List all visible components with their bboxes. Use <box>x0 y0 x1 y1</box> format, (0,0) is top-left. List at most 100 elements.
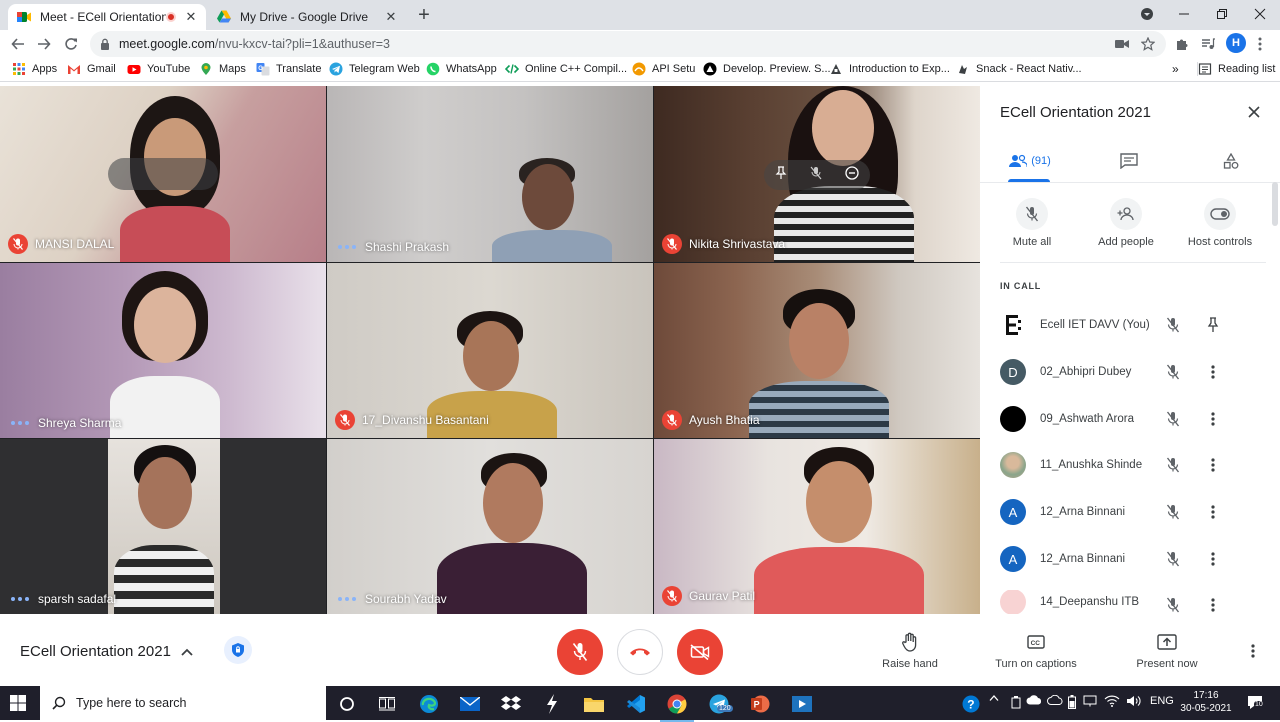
bookmark-apps[interactable]: Apps <box>12 62 57 76</box>
battery-icon[interactable] <box>1068 695 1076 709</box>
participant-row[interactable]: 11_Anushka Shinde <box>1000 450 1250 480</box>
mute-participant-icon[interactable] <box>810 166 822 185</box>
raise-hand-button[interactable]: Raise hand <box>876 632 944 670</box>
onedrive-icon[interactable] <box>1047 695 1063 705</box>
more-options-icon[interactable] <box>1251 644 1255 663</box>
participant-tile[interactable]: sparsh sadafal <box>0 439 326 614</box>
more-bookmarks-button[interactable]: » <box>1172 62 1179 76</box>
bookmark-star-icon[interactable] <box>1140 36 1156 52</box>
present-now-button[interactable]: Present now <box>1132 632 1202 670</box>
wifi-icon[interactable] <box>1104 695 1120 707</box>
more-options-icon[interactable] <box>1206 550 1220 568</box>
tab-meet[interactable]: Meet - ECell Orientation 202 ✕ <box>8 4 206 30</box>
tab-search-icon[interactable] <box>1128 0 1166 28</box>
bookmark-translate[interactable]: G Translate <box>256 62 321 76</box>
taskbar-search-input[interactable]: Type here to search <box>40 686 326 720</box>
tab-drive[interactable]: My Drive - Google Drive ✕ <box>208 4 406 30</box>
participant-tile[interactable]: Shashi Prakash <box>327 86 653 262</box>
participant-tile[interactable]: Gaurav Patil <box>654 439 980 614</box>
media-player-icon[interactable] <box>791 693 813 715</box>
chrome-icon[interactable] <box>660 693 694 722</box>
add-people-button[interactable]: Add people <box>1081 198 1171 248</box>
more-options-icon[interactable] <box>1206 410 1220 428</box>
minimize-button[interactable] <box>1165 0 1203 28</box>
reload-button[interactable] <box>61 34 81 54</box>
bookmark-vercel[interactable]: Develop. Preview. S... <box>703 62 831 76</box>
close-tab-icon[interactable]: ✕ <box>384 9 398 25</box>
more-options-icon[interactable] <box>1206 596 1220 614</box>
camera-in-use-icon[interactable] <box>1114 36 1130 52</box>
participant-row[interactable]: 09_Ashwath Arora <box>1000 404 1250 434</box>
meeting-details-button[interactable]: ECell Orientation 2021 <box>20 643 193 660</box>
participant-row[interactable]: 14_Deepanshu ITB <box>1000 590 1250 614</box>
vscode-icon[interactable] <box>625 693 647 715</box>
tab-chat[interactable] <box>1118 148 1140 174</box>
powerpoint-icon[interactable]: P <box>749 693 771 715</box>
address-bar[interactable]: meet.google.com/nvu-kxcv-tai?pli=1&authu… <box>90 31 1166 57</box>
bookmark-introduction[interactable]: Introduction to Exp... <box>829 62 950 76</box>
mail-icon[interactable] <box>459 693 481 715</box>
forward-button[interactable] <box>34 34 54 54</box>
host-controls-button[interactable]: Host controls <box>1175 198 1265 248</box>
chevron-up-icon[interactable] <box>989 695 999 701</box>
leave-call-button[interactable] <box>617 629 663 675</box>
media-control-icon[interactable] <box>1200 36 1216 52</box>
bookmark-gmail[interactable]: Gmail <box>67 62 116 76</box>
dropbox-icon[interactable] <box>500 693 522 715</box>
new-tab-button[interactable]: + <box>414 5 434 25</box>
pin-icon[interactable] <box>775 165 787 185</box>
extensions-puzzle-icon[interactable] <box>1174 36 1190 52</box>
profile-avatar[interactable]: H <box>1226 33 1246 53</box>
camera-toggle-button[interactable] <box>677 629 723 675</box>
input-language[interactable]: ENG <box>1150 695 1174 707</box>
panel-scrollbar[interactable] <box>1272 182 1278 226</box>
reading-list-button[interactable]: Reading list <box>1197 62 1275 76</box>
participant-tile[interactable]: 17_Divanshu Basantani <box>327 263 653 438</box>
maximize-button[interactable] <box>1203 0 1241 28</box>
participant-row[interactable]: A 12_Arna Binnani <box>1000 544 1250 574</box>
close-window-button[interactable] <box>1241 0 1279 28</box>
taskbar-clock[interactable]: 17:16 30-05-2021 <box>1176 689 1236 715</box>
telegram-icon[interactable]: 120 <box>708 693 733 715</box>
captions-button[interactable]: CC Turn on captions <box>990 632 1082 670</box>
bookmark-online-cpp[interactable]: Online C++ Compil... <box>505 62 627 76</box>
tab-people[interactable]: (91) <box>1008 148 1052 174</box>
network-icon[interactable] <box>1083 695 1097 707</box>
bookmark-snack[interactable]: Snack - React Nativ... <box>956 62 1082 76</box>
notification-center-icon[interactable]: 10 <box>1246 693 1266 713</box>
participant-tile[interactable]: Ayush Bhatia <box>654 263 980 438</box>
back-button[interactable] <box>8 34 28 54</box>
file-explorer-icon[interactable] <box>583 693 605 715</box>
participant-row[interactable]: D 02_Abhipri Dubey <box>1000 357 1250 387</box>
task-view-icon[interactable] <box>376 693 398 715</box>
participant-row[interactable]: A 12_Arna Binnani <box>1000 497 1250 527</box>
mute-all-button[interactable]: Mute all <box>987 198 1077 248</box>
volume-icon[interactable] <box>1126 695 1142 707</box>
host-safety-button[interactable] <box>224 636 252 664</box>
microphone-toggle-button[interactable] <box>557 629 603 675</box>
more-options-icon[interactable] <box>1206 456 1220 474</box>
battery-charging-icon[interactable] <box>1010 695 1022 709</box>
winamp-icon[interactable] <box>541 693 563 715</box>
browser-menu-icon[interactable] <box>1252 36 1268 52</box>
bookmark-maps[interactable]: Maps <box>199 62 246 76</box>
close-panel-button[interactable] <box>1244 102 1264 122</box>
cortana-icon[interactable] <box>336 693 358 715</box>
bookmark-whatsapp[interactable]: WhatsApp <box>426 62 497 76</box>
remove-participant-icon[interactable] <box>844 165 859 185</box>
more-options-icon[interactable] <box>1206 503 1220 521</box>
more-options-icon[interactable] <box>1206 363 1220 381</box>
participant-row[interactable]: Ecell IET DAVV (You) <box>1000 310 1250 340</box>
bookmark-telegram-web[interactable]: Telegram Web <box>329 62 420 76</box>
windows-start-icon[interactable] <box>10 695 26 711</box>
cloud-icon[interactable] <box>1026 695 1042 705</box>
bookmark-youtube[interactable]: YouTube <box>127 62 190 76</box>
tab-activities[interactable] <box>1220 148 1242 174</box>
close-tab-icon[interactable]: ✕ <box>184 9 198 25</box>
participant-tile[interactable]: Sourabh Yadav <box>327 439 653 614</box>
help-icon[interactable]: ? <box>962 695 980 713</box>
participant-tile[interactable]: Shreya Sharma <box>0 263 326 438</box>
pin-icon[interactable] <box>1206 316 1220 334</box>
edge-icon[interactable] <box>418 693 440 715</box>
bookmark-api-setu[interactable]: API Setu <box>632 62 695 76</box>
